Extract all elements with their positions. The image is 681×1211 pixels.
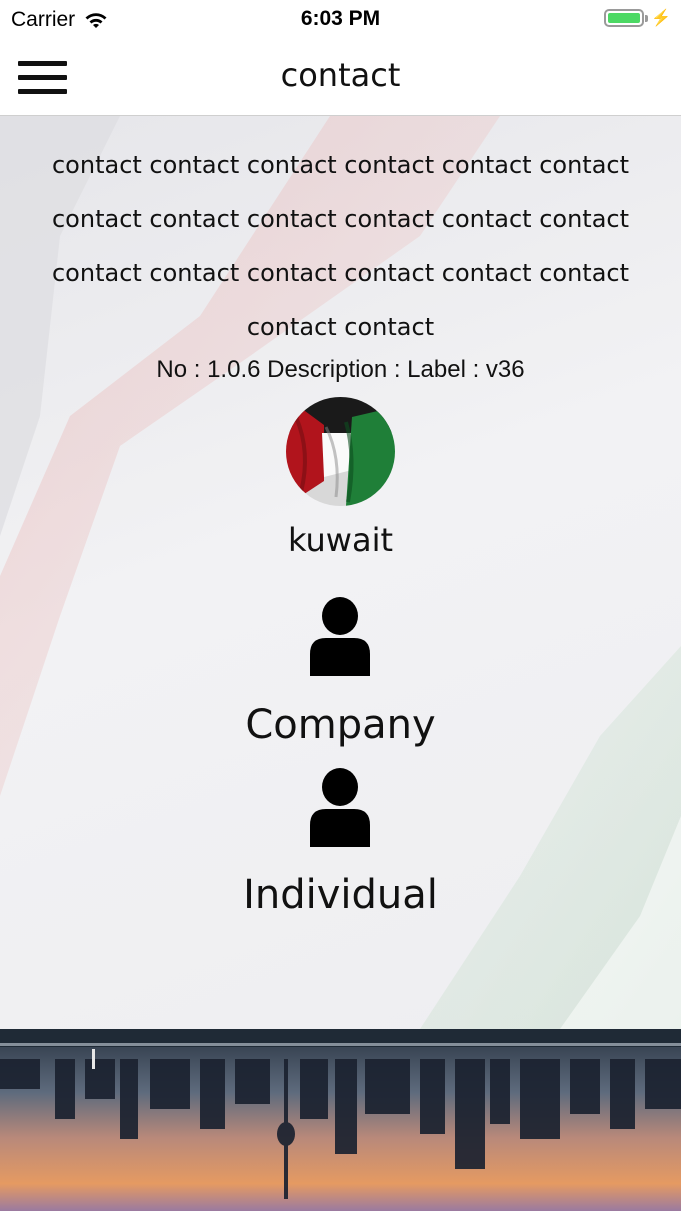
description-text: contact contact contact contact contact … bbox=[51, 151, 630, 341]
battery-indicator: ⚡ bbox=[604, 8, 671, 28]
individual-person-icon[interactable] bbox=[306, 767, 374, 847]
kuwait-flag-avatar[interactable] bbox=[286, 397, 395, 506]
content-area: contact contact contact contact contact … bbox=[0, 116, 681, 1029]
version-info: No : 1.0.6 Description : Label : v36 bbox=[156, 356, 525, 383]
status-bar: Carrier 6:03 PM ⚡ bbox=[0, 0, 681, 38]
company-person-icon[interactable] bbox=[306, 596, 374, 676]
battery-icon bbox=[604, 9, 645, 27]
navigation-bar: contact bbox=[0, 38, 681, 116]
skyline-reflection-graphic bbox=[0, 1029, 681, 1211]
country-label[interactable]: kuwait bbox=[0, 521, 681, 559]
city-skyline-image bbox=[0, 1029, 681, 1211]
clock-time: 6:03 PM bbox=[300, 7, 381, 30]
kuwait-flag-icon bbox=[286, 397, 395, 506]
company-option[interactable]: Company bbox=[0, 702, 681, 748]
page-title: contact bbox=[280, 56, 401, 94]
charging-bolt-icon: ⚡ bbox=[651, 10, 671, 27]
individual-option[interactable]: Individual bbox=[0, 872, 681, 918]
